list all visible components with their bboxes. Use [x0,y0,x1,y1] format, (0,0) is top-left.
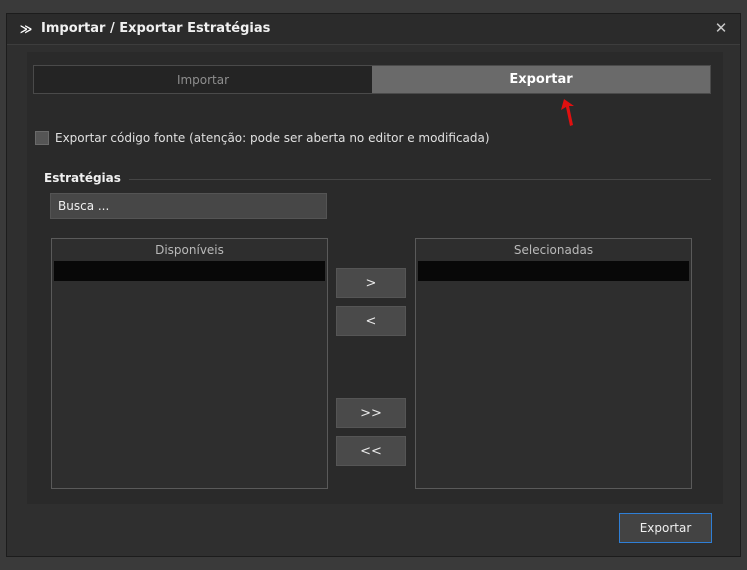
group-divider [129,179,711,180]
add-button[interactable]: > [336,268,406,298]
remove-button[interactable]: < [336,306,406,336]
available-header: Disponíveis [155,243,224,257]
remove-all-button[interactable]: << [336,436,406,466]
import-export-dialog: ≫ Importar / Exportar Estratégias ✕ Impo… [6,13,741,557]
tab-exportar[interactable]: Exportar [372,66,710,93]
available-strategies-list[interactable]: Disponíveis [51,238,328,489]
search-input[interactable] [50,193,327,219]
red-arrow-annotation-icon [561,99,574,126]
export-source-label: Exportar código fonte (atenção: pode ser… [55,131,490,145]
add-all-button[interactable]: >> [336,398,406,428]
title-bar: ≫ Importar / Exportar Estratégias ✕ [7,14,740,45]
content-panel: Importar Exportar Exportar código fonte … [27,52,723,504]
strategies-group-title: Estratégias [44,171,121,185]
dialog-title: Importar / Exportar Estratégias [41,21,271,36]
export-source-checkbox[interactable] [35,131,49,145]
mode-tabs: Importar Exportar [33,65,711,94]
tab-importar[interactable]: Importar [34,66,372,93]
close-icon[interactable]: ✕ [712,19,730,37]
list-item[interactable] [418,261,689,281]
list-item[interactable] [54,261,325,281]
app-logo-icon: ≫ [19,22,33,36]
export-source-option: Exportar código fonte (atenção: pode ser… [35,131,490,145]
selected-header: Selecionadas [513,243,594,257]
selected-strategies-list[interactable]: Selecionadas [415,238,692,489]
export-button[interactable]: Exportar [619,513,712,543]
